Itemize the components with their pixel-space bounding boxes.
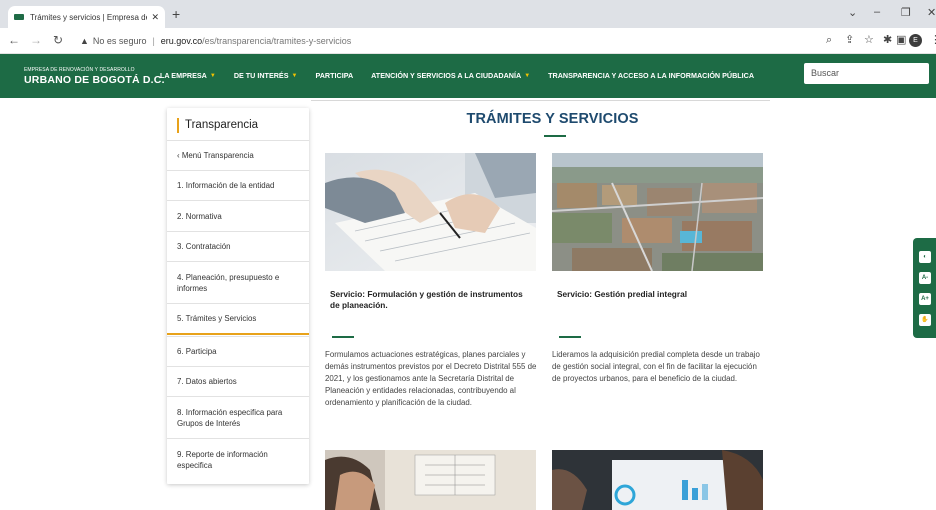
security-label: No es seguro [92, 36, 147, 46]
browser-toolbar: ← → ↻ ▲ No es seguro | eru.gov.co /es/tr… [0, 28, 936, 54]
forward-icon[interactable]: → [30, 33, 42, 47]
sidebar-item-reporte[interactable]: 9. Reporte de información especifica [167, 438, 309, 480]
minimize-window-icon[interactable]: – [874, 6, 880, 18]
url-host: eru.gov.co [160, 36, 203, 46]
extensions-icon[interactable]: ✱ [883, 33, 892, 47]
tab-search-icon[interactable]: ⌄ [848, 6, 857, 19]
profile-avatar[interactable]: E [909, 34, 922, 47]
back-icon[interactable]: ← [8, 33, 20, 47]
card-accent-bar [559, 336, 581, 338]
nav-item-label: ATENCIÓN Y SERVICIOS A LA CIUDADANÍA [371, 71, 522, 80]
card-image-planning[interactable] [325, 153, 536, 271]
transparency-sidebar: Transparencia ‹ Menú Transparencia 1. In… [167, 108, 309, 484]
nav-item-label: PARTICIPA [315, 71, 354, 80]
sidebar-item-normativa[interactable]: 2. Normativa [167, 200, 309, 231]
address-separator: | [152, 36, 155, 46]
sidebar-item-menu[interactable]: ‹ Menú Transparencia [167, 140, 309, 170]
caret-down-icon: ▼ [524, 72, 531, 79]
font-decrease-button[interactable]: A- [919, 272, 931, 284]
office-photo [325, 450, 536, 510]
accessibility-toolbar: ◐ A- A+ ✋ [913, 238, 936, 338]
sidebar-item-planeacion[interactable]: 4. Planeación, presupuesto e informes [167, 261, 309, 303]
contrast-icon[interactable]: ◐ [919, 251, 931, 263]
card-description-planning: Formulamos actuaciones estratégicas, pla… [325, 350, 537, 407]
card-image-fourth[interactable] [552, 450, 763, 510]
card-title-predial[interactable]: Servicio: Gestión predial integral [557, 289, 757, 300]
font-increase-button[interactable]: A+ [919, 293, 931, 305]
new-tab-button[interactable]: + [172, 6, 180, 22]
nav-item-participa[interactable]: PARTICIPA [315, 71, 353, 80]
sidebar-item-grupos-interes[interactable]: 8. Información especifica para Grupos de… [167, 396, 309, 438]
close-window-icon[interactable]: ✕ [927, 6, 936, 19]
card-accent-bar [332, 336, 354, 338]
sidebar-item-contratacion[interactable]: 3. Contratación [167, 231, 309, 261]
bookmark-star-icon[interactable]: ☆ [864, 33, 874, 47]
menu-icon[interactable]: ⋮ [930, 33, 936, 47]
card-image-third[interactable] [325, 450, 536, 510]
nav-item-transparencia[interactable]: TRANSPARENCIA Y ACCESO A LA INFORMACIÓN … [548, 71, 754, 80]
nav-item-la-empresa[interactable]: LA EMPRESA ▼ [160, 71, 216, 80]
page-title: TRÁMITES Y SERVICIOS [466, 111, 639, 127]
card-image-predial[interactable] [552, 153, 763, 271]
browser-tab-bar: Trámites y servicios | Empresa de ✕ + ⌄ … [0, 0, 936, 28]
title-underline [544, 135, 566, 137]
nav-item-atencion[interactable]: ATENCIÓN Y SERVICIOS A LA CIUDADANÍA ▼ [371, 71, 530, 80]
address-bar[interactable]: ▲ No es seguro | eru.gov.co /es/transpar… [80, 32, 820, 50]
sidebar-title: Transparencia [177, 118, 258, 133]
planning-photo [325, 153, 536, 271]
search-input[interactable]: Buscar [804, 63, 929, 84]
sidebar-item-participa[interactable]: 6. Participa [167, 336, 309, 366]
maximize-window-icon[interactable]: ❐ [901, 6, 911, 19]
tab-close-icon[interactable]: ✕ [151, 12, 159, 23]
caret-down-icon: ▼ [209, 72, 216, 79]
logo-top-line[interactable]: EMPRESA DE RENOVACIÓN Y DESARROLLO [24, 67, 135, 73]
card-title-planning[interactable]: Servicio: Formulación y gestión de instr… [330, 289, 530, 311]
site-header: EMPRESA DE RENOVACIÓN Y DESARROLLO URBAN… [0, 54, 936, 98]
main-navigation: LA EMPRESA ▼ DE TU INTERÉS ▼ PARTICIPA ATE… [160, 71, 772, 80]
site-favicon-icon [14, 14, 24, 20]
url-path: /es/transparencia/tramites-y-servicios [202, 36, 352, 46]
logo-main-line[interactable]: URBANO DE BOGOTÁ D.C. [24, 74, 165, 86]
aerial-city-photo [552, 153, 763, 271]
card-description-predial: Lideramos la adquisición predial complet… [552, 350, 760, 383]
dashboard-photo [552, 450, 763, 510]
share-icon[interactable]: ⇪ [845, 33, 854, 47]
sidebar-item-tramites[interactable]: 5. Trámites y Servicios [167, 303, 309, 335]
browser-tab[interactable]: Trámites y servicios | Empresa de ✕ [8, 6, 165, 28]
side-panel-icon[interactable]: ▣ [896, 33, 906, 47]
content-divider [311, 100, 770, 101]
reload-icon[interactable]: ↻ [53, 33, 63, 47]
tab-title: Trámites y servicios | Empresa de [30, 12, 148, 22]
sidebar-item-datos-abiertos[interactable]: 7. Datos abiertos [167, 366, 309, 396]
caret-down-icon: ▼ [291, 72, 298, 79]
nav-item-label: TRANSPARENCIA Y ACCESO A LA INFORMACIÓN … [548, 71, 755, 80]
nav-item-label: DE TU INTERÉS [233, 71, 289, 80]
warning-icon: ▲ [80, 36, 89, 46]
zoom-icon[interactable]: ⌕ [826, 33, 832, 47]
nav-item-label: LA EMPRESA [160, 71, 207, 80]
sidebar-item-informacion-entidad[interactable]: 1. Información de la entidad [167, 170, 309, 200]
nav-item-de-tu-interes[interactable]: DE TU INTERÉS ▼ [234, 71, 298, 80]
sign-language-icon[interactable]: ✋ [919, 314, 931, 326]
